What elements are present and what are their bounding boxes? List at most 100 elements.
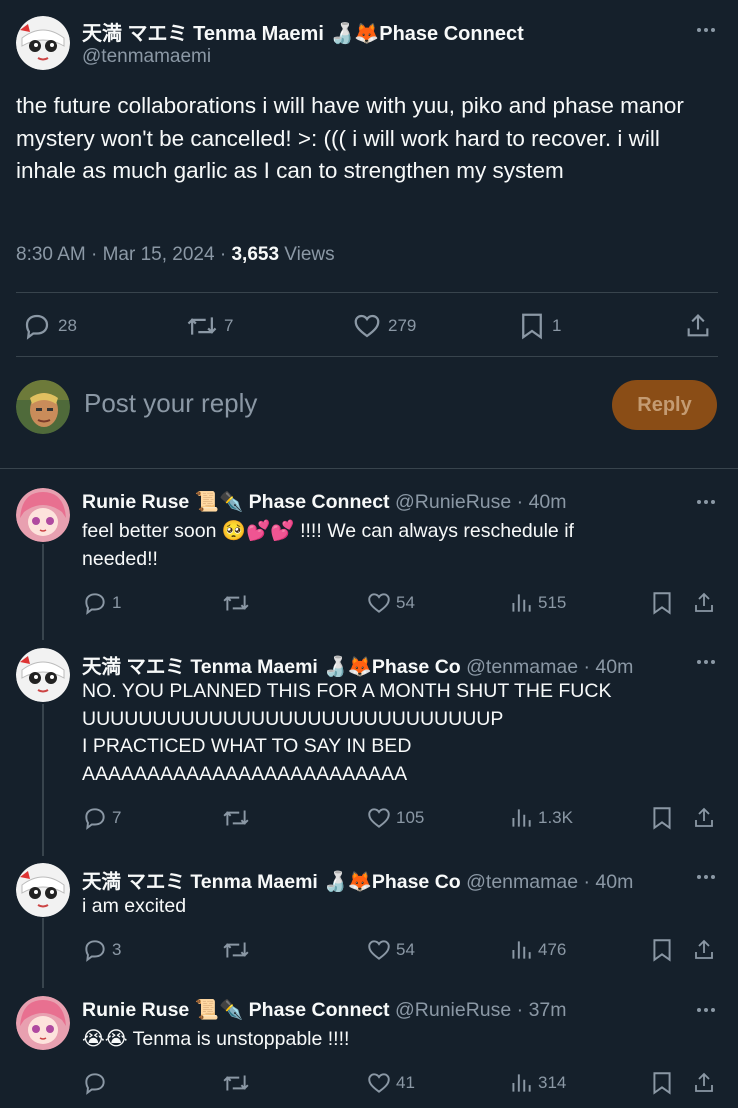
text-line: 😭😭 Tenma is unstoppable !!!! bbox=[82, 1028, 350, 1050]
like-button[interactable]: 105 bbox=[366, 805, 424, 831]
reply-count: 3 bbox=[112, 940, 122, 959]
reply-text: 😭😭 Tenma is unstoppable !!!! bbox=[82, 1026, 682, 1054]
share-button[interactable] bbox=[692, 937, 716, 963]
reply-input[interactable]: Post your reply bbox=[84, 388, 257, 419]
repost-button[interactable] bbox=[222, 937, 254, 963]
timestamp[interactable]: · 40m bbox=[583, 871, 633, 893]
views-icon bbox=[508, 1070, 534, 1096]
like-icon bbox=[352, 311, 382, 341]
reply-submit-button[interactable]: Reply bbox=[612, 380, 717, 430]
avatar[interactable] bbox=[16, 380, 70, 434]
like-button[interactable]: 54 bbox=[366, 937, 415, 963]
views-count: 3,653 bbox=[231, 244, 280, 265]
views-button[interactable]: 314 bbox=[508, 1070, 566, 1096]
more-icon[interactable] bbox=[694, 865, 718, 889]
like-button[interactable]: 41 bbox=[366, 1070, 415, 1096]
text-line: AAAAAAAAAAAAAAAAAAAAAAAAA bbox=[82, 762, 408, 785]
tweet-time[interactable]: 8:30 AM bbox=[16, 244, 86, 265]
handle[interactable]: @RunieRuse bbox=[395, 999, 511, 1021]
reply-count: 28 bbox=[58, 316, 77, 335]
reply-count: 7 bbox=[112, 808, 122, 827]
timestamp[interactable]: · 40m bbox=[517, 491, 567, 513]
display-name[interactable]: 天満 マエミ Tenma Maemi 🍶🦊Phase Connect bbox=[82, 17, 524, 46]
like-icon bbox=[366, 1070, 392, 1096]
share-icon bbox=[692, 805, 716, 831]
views-label: Views bbox=[284, 244, 335, 265]
repost-button[interactable] bbox=[222, 1070, 254, 1096]
text-line: NO. YOU PLANNED THIS FOR A MONTH SHUT TH… bbox=[82, 680, 612, 702]
reply-button[interactable]: 3 bbox=[82, 937, 121, 963]
timestamp[interactable]: · 37m bbox=[517, 999, 567, 1021]
timestamp[interactable]: · 40m bbox=[583, 656, 633, 678]
bookmark-icon bbox=[650, 1070, 674, 1096]
share-button[interactable] bbox=[684, 311, 712, 341]
handle[interactable]: @tenmamaemi bbox=[82, 46, 211, 68]
views-button[interactable]: 1.3K bbox=[508, 805, 573, 831]
like-button[interactable]: 54 bbox=[366, 590, 415, 616]
display-name[interactable]: 天満 マエミ Tenma Maemi 🍶🦊Phase Co bbox=[82, 871, 461, 893]
like-icon bbox=[366, 590, 392, 616]
more-icon[interactable] bbox=[694, 18, 718, 42]
divider bbox=[0, 468, 738, 469]
share-button[interactable] bbox=[692, 1070, 716, 1096]
repost-button[interactable] bbox=[222, 590, 254, 616]
reply-count: 1 bbox=[112, 593, 122, 612]
reply-button[interactable] bbox=[82, 1070, 112, 1096]
avatar[interactable] bbox=[16, 863, 70, 917]
bookmark-icon bbox=[650, 805, 674, 831]
tweet-date[interactable]: Mar 15, 2024 bbox=[103, 244, 215, 265]
display-name[interactable]: 天満 マエミ Tenma Maemi 🍶🦊Phase Co bbox=[82, 656, 461, 678]
reply-header: 天満 マエミ Tenma Maemi 🍶🦊Phase Co @tenmamae … bbox=[82, 650, 682, 679]
bookmark-button[interactable] bbox=[650, 805, 674, 831]
reply-icon bbox=[82, 1070, 108, 1096]
like-icon bbox=[366, 937, 392, 963]
more-icon[interactable] bbox=[694, 650, 718, 674]
like-count: 54 bbox=[396, 940, 415, 959]
repost-button[interactable]: 7 bbox=[186, 311, 233, 341]
thread-line bbox=[42, 704, 44, 856]
share-button[interactable] bbox=[692, 590, 716, 616]
avatar[interactable] bbox=[16, 488, 70, 542]
bookmark-button[interactable] bbox=[650, 1070, 674, 1096]
bookmark-button[interactable]: 1 bbox=[518, 311, 561, 341]
text-line: UUUUUUUUUUUUUUUUUUUUUUUUUUUUUP bbox=[82, 707, 504, 730]
like-count: 41 bbox=[396, 1073, 415, 1092]
views-icon bbox=[508, 590, 534, 616]
repost-count: 7 bbox=[224, 316, 234, 335]
avatar[interactable] bbox=[16, 996, 70, 1050]
reply-header: Runie Ruse 📜✒️ Phase Connect @RunieRuse … bbox=[82, 998, 682, 1022]
avatar[interactable] bbox=[16, 16, 70, 70]
like-icon bbox=[366, 805, 392, 831]
separator: · bbox=[91, 244, 103, 265]
display-name[interactable]: Runie Ruse 📜✒️ Phase Connect bbox=[82, 999, 390, 1021]
reply-button[interactable]: 7 bbox=[82, 805, 121, 831]
share-icon bbox=[692, 590, 716, 616]
share-icon bbox=[692, 1070, 716, 1096]
reply-button[interactable]: 28 bbox=[22, 311, 77, 341]
views-icon bbox=[508, 937, 534, 963]
share-button[interactable] bbox=[692, 805, 716, 831]
more-icon[interactable] bbox=[694, 998, 718, 1022]
bookmark-button[interactable] bbox=[650, 937, 674, 963]
reply-button[interactable]: 1 bbox=[82, 590, 121, 616]
handle[interactable]: @tenmamae bbox=[466, 656, 578, 678]
repost-icon bbox=[222, 937, 250, 963]
reply-text: feel better soon 🥺💕💕 !!!! We can always … bbox=[82, 518, 682, 573]
bookmark-icon bbox=[650, 590, 674, 616]
divider bbox=[16, 292, 718, 293]
more-icon[interactable] bbox=[694, 490, 718, 514]
text-line: i am excited bbox=[82, 895, 187, 917]
views-button[interactable]: 476 bbox=[508, 937, 566, 963]
avatar[interactable] bbox=[16, 648, 70, 702]
like-count: 279 bbox=[388, 316, 417, 335]
like-button[interactable]: 279 bbox=[352, 311, 416, 341]
views-button[interactable]: 515 bbox=[508, 590, 566, 616]
reply-icon bbox=[82, 805, 108, 831]
repost-button[interactable] bbox=[222, 805, 254, 831]
handle[interactable]: @tenmamae bbox=[466, 871, 578, 893]
bookmark-count: 1 bbox=[552, 316, 562, 335]
display-name[interactable]: Runie Ruse 📜✒️ Phase Connect bbox=[82, 491, 390, 513]
text-line: I PRACTICED WHAT TO SAY IN BED bbox=[82, 735, 412, 757]
bookmark-button[interactable] bbox=[650, 590, 674, 616]
handle[interactable]: @RunieRuse bbox=[395, 491, 511, 513]
